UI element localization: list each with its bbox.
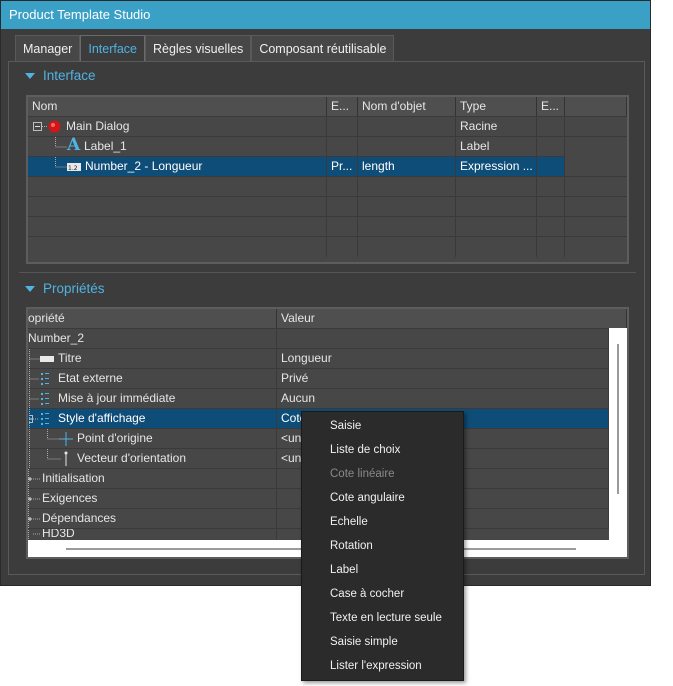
vertical-scroll-thumb[interactable] — [617, 344, 619, 494]
cell-object: length — [358, 157, 456, 177]
svg-text:1.2: 1.2 — [68, 165, 78, 171]
menu-item-lister-expression[interactable]: Lister l'expression — [330, 655, 422, 677]
tree-branch-icon — [55, 157, 67, 168]
section-divider — [19, 272, 636, 273]
prop-value — [277, 329, 609, 349]
tree-row-number-2[interactable]: 1.2 Number_2 - Longueur Pr... length Exp… — [28, 156, 565, 177]
expand-plus-icon[interactable] — [28, 489, 40, 509]
collapse-triangle-icon — [25, 73, 35, 80]
cell-type: Expression ... — [456, 157, 537, 177]
display-style-context-menu: Saisie Liste de choix Cote linéaire Cote… — [301, 411, 464, 681]
column-header-empty — [565, 97, 627, 116]
tree-row-main-dialog[interactable]: Main Dialog Racine — [28, 116, 627, 137]
vector-icon — [29, 449, 68, 469]
column-header-e1[interactable]: E... — [327, 97, 358, 116]
prop-name: Exigences — [42, 491, 98, 505]
tree-row-label: Main Dialog — [66, 119, 130, 133]
property-list-icon — [29, 369, 49, 389]
properties-section-header[interactable]: Propriétés — [25, 281, 105, 296]
expand-plus-icon[interactable] — [28, 469, 40, 489]
title-field-icon — [40, 356, 54, 362]
column-header-propriete[interactable]: opriété — [28, 309, 277, 328]
menu-item-case-a-cocher[interactable]: Case à cocher — [330, 583, 404, 605]
cell-e2 — [537, 117, 565, 137]
prop-row-mise-a-jour[interactable]: Mise à jour immédiate Aucun — [28, 388, 609, 409]
cell-object — [358, 137, 456, 157]
cell-object — [358, 117, 456, 137]
column-header-nom[interactable]: Nom — [28, 97, 327, 116]
prop-row-number-2[interactable]: Number_2 — [28, 328, 609, 349]
menu-item-liste-de-choix[interactable]: Liste de choix — [330, 439, 400, 461]
properties-section-title: Propriétés — [43, 281, 105, 296]
cell-e1: Pr... — [327, 157, 358, 177]
menu-item-echelle[interactable]: Echelle — [330, 511, 368, 533]
menu-item-cote-angulaire[interactable]: Cote angulaire — [330, 487, 405, 509]
prop-name: Point d'origine — [77, 431, 153, 445]
tab-composant-reutilisable[interactable]: Composant réutilisable — [251, 35, 395, 62]
cell-e2 — [537, 157, 565, 177]
interface-tree[interactable]: Nom E... Nom d'objet Type E... Main Dial… — [26, 95, 629, 264]
property-list-icon — [29, 389, 49, 409]
expand-box-icon[interactable] — [29, 409, 51, 429]
prop-name: Titre — [58, 351, 82, 365]
prop-row-etat-externe[interactable]: Etat externe Privé — [28, 368, 609, 389]
text-label-icon: A — [67, 137, 81, 155]
tree-row-empty — [28, 216, 627, 237]
tree-row-empty — [28, 176, 627, 197]
tab-interface[interactable]: Interface — [80, 35, 145, 62]
window-title: Product Template Studio — [1, 1, 650, 29]
column-header-valeur[interactable]: Valeur — [277, 309, 627, 328]
dialog-root-icon — [48, 120, 61, 133]
prop-name: Mise à jour immédiate — [58, 391, 176, 405]
cell-type: Label — [456, 137, 537, 157]
tree-row-empty — [28, 236, 627, 257]
prop-name: Dépendances — [42, 511, 117, 525]
tab-manager[interactable]: Manager — [15, 35, 81, 62]
prop-name: HD3D — [42, 528, 75, 540]
menu-item-texte-lecture-seule[interactable]: Texte en lecture seule — [330, 607, 442, 629]
interface-section-title: Interface — [43, 68, 96, 83]
cell-e1 — [327, 117, 358, 137]
tree-row-label-1[interactable]: A Label_1 Label — [28, 136, 627, 157]
prop-value[interactable]: Aucun — [277, 389, 609, 409]
interface-section-header[interactable]: Interface — [25, 68, 96, 83]
prop-name: Vecteur d'orientation — [77, 451, 187, 465]
menu-item-label[interactable]: Label — [330, 559, 358, 581]
number-field-icon: 1.2 — [67, 163, 81, 171]
column-header-e2[interactable]: E... — [537, 97, 565, 116]
menu-item-saisie[interactable]: Saisie — [330, 415, 361, 437]
prop-name: Etat externe — [58, 371, 123, 385]
prop-value[interactable]: Longueur — [277, 349, 609, 369]
point-origin-icon — [29, 429, 73, 449]
cell-type: Racine — [456, 117, 537, 137]
tab-regles-visuelles[interactable]: Règles visuelles — [144, 35, 252, 62]
expand-plus-icon[interactable] — [28, 528, 40, 540]
prop-name: Style d'affichage — [58, 411, 146, 425]
column-header-nom-objet[interactable]: Nom d'objet — [358, 97, 456, 116]
vertical-scrollbar[interactable] — [609, 328, 627, 540]
tree-row-label: Label_1 — [84, 139, 127, 153]
cell-e2 — [537, 137, 565, 157]
expand-plus-icon[interactable] — [28, 509, 40, 529]
column-header-type[interactable]: Type — [456, 97, 537, 116]
collapse-triangle-icon — [25, 286, 35, 293]
tree-row-empty — [28, 196, 627, 217]
collapse-box-icon[interactable] — [33, 122, 42, 131]
prop-name: Initialisation — [42, 471, 105, 485]
menu-item-rotation[interactable]: Rotation — [330, 535, 373, 557]
menu-item-cote-lineaire: Cote linéaire — [330, 468, 395, 480]
tree-row-label: Number_2 - Longueur — [85, 159, 203, 173]
tree-branch-icon — [55, 137, 67, 148]
prop-name: Number_2 — [28, 329, 277, 349]
menu-item-saisie-simple[interactable]: Saisie simple — [330, 631, 398, 653]
prop-value[interactable]: Privé — [277, 369, 609, 389]
tab-bar: Manager Interface Règles visuelles Compo… — [15, 35, 395, 62]
prop-row-titre[interactable]: Titre Longueur — [28, 348, 609, 369]
cell-e1 — [327, 137, 358, 157]
